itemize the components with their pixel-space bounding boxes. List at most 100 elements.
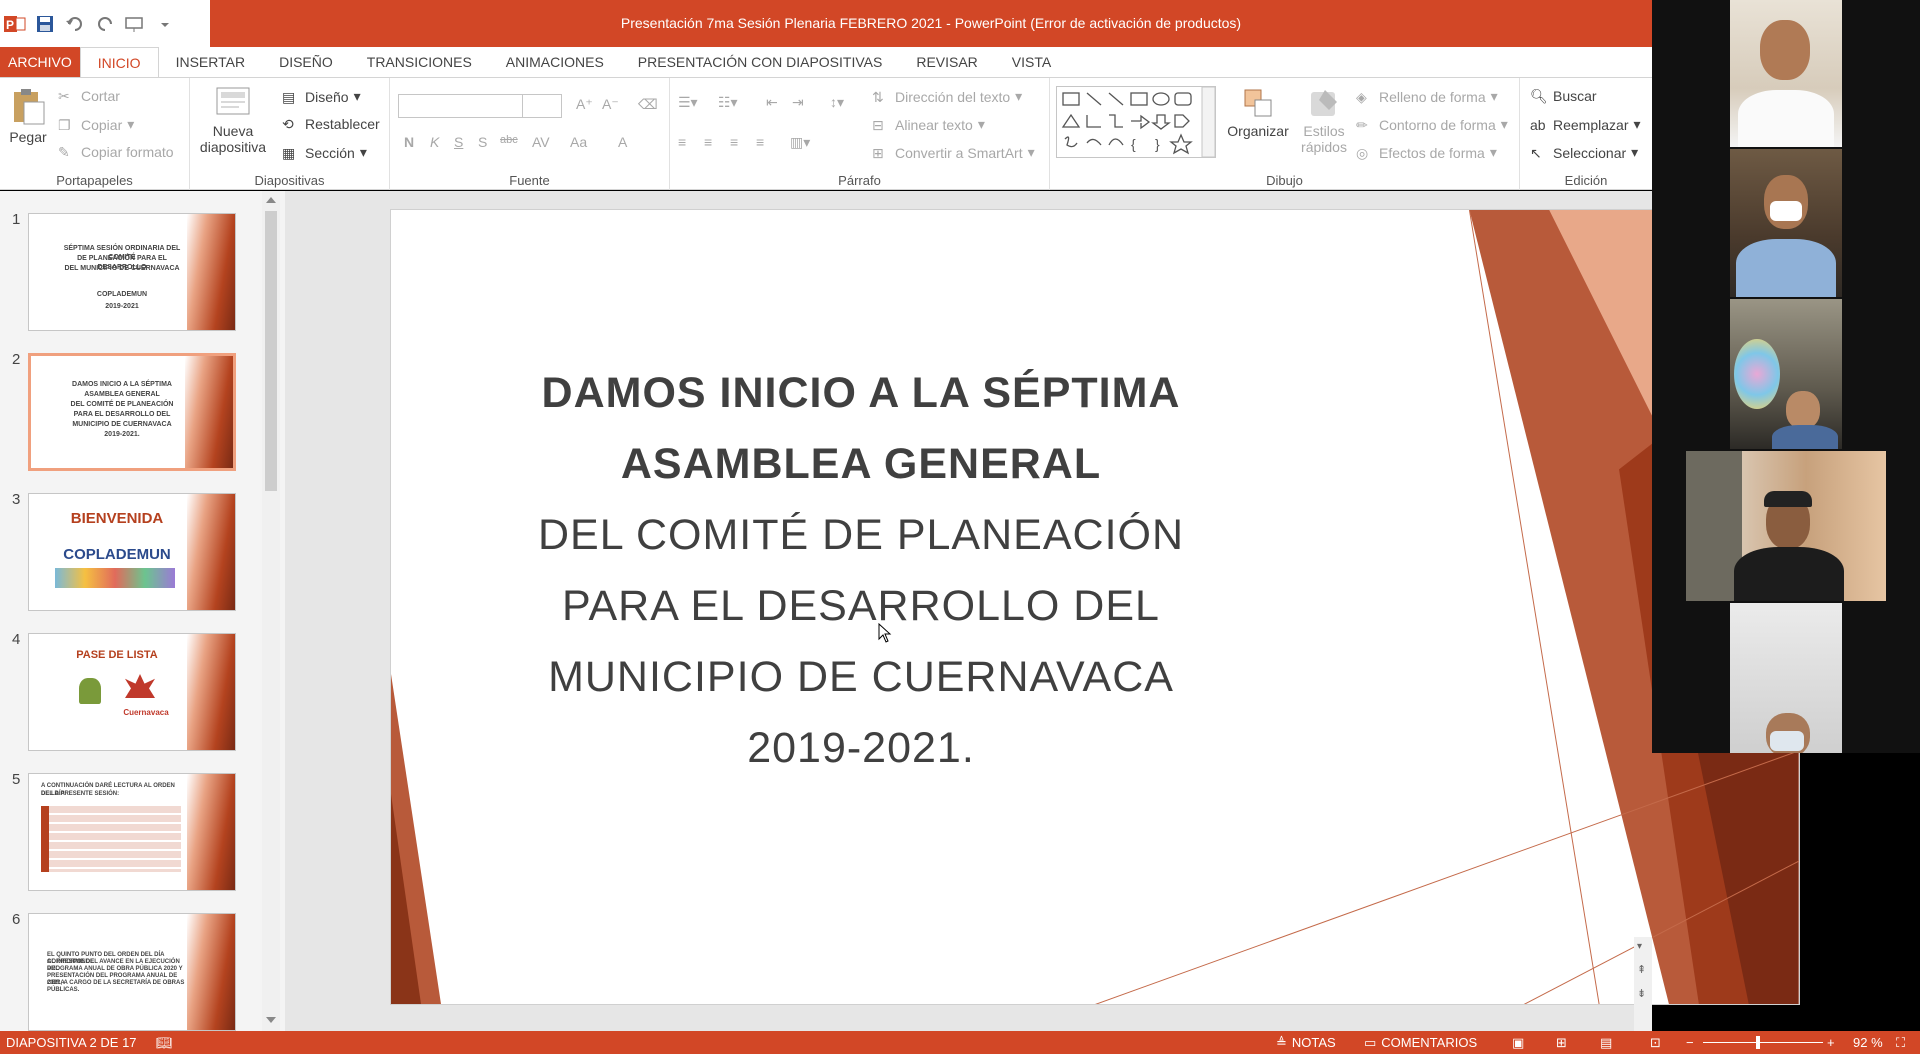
face-mask (1770, 201, 1802, 221)
fit-to-window-icon[interactable]: ⛶ (1896, 1031, 1905, 1054)
section-icon: ▦ (282, 144, 296, 161)
tab-vista[interactable]: VISTA (995, 47, 1068, 77)
align-center-icon[interactable]: ≡ (704, 134, 712, 150)
normal-view-icon[interactable]: ▣ (1512, 1031, 1524, 1054)
tab-revisar[interactable]: REVISAR (899, 47, 994, 77)
change-case-icon[interactable]: Aa (570, 134, 587, 150)
clear-format-icon[interactable]: ⌫ (638, 96, 658, 113)
font-color-icon[interactable]: A (618, 134, 627, 150)
bold-icon[interactable]: N (404, 134, 414, 150)
shadow-icon[interactable]: S (478, 134, 487, 150)
shapes-gallery[interactable]: {} (1056, 86, 1216, 158)
reset-button[interactable]: ⟲ Restablecer (282, 116, 380, 132)
increase-indent-icon[interactable]: ⇥ (792, 94, 804, 111)
select-button[interactable]: ↖ Seleccionar ▾ (1530, 144, 1638, 161)
text-direction-button[interactable]: ⇅ Dirección del texto ▾ (872, 88, 1022, 105)
justify-icon[interactable]: ≡ (756, 134, 764, 150)
tab-presentacion[interactable]: PRESENTACIÓN CON DIAPOSITIVAS (621, 47, 900, 77)
participant-video-4[interactable] (1686, 451, 1886, 601)
columns-icon[interactable]: ▥▾ (790, 134, 810, 151)
participant-body (1772, 425, 1838, 449)
italic-icon[interactable]: K (430, 134, 439, 150)
smartart-label: Convertir a SmartArt (895, 144, 1023, 161)
replace-button[interactable]: ab Reemplazar ▾ (1530, 116, 1641, 133)
grow-font-icon[interactable]: A⁺ (576, 96, 593, 113)
zoom-slider[interactable] (1703, 1042, 1823, 1043)
arrange-label: Organizar (1227, 123, 1289, 139)
section-button[interactable]: ▦ Sección ▾ (282, 144, 367, 161)
align-text-button[interactable]: ⊟ Alinear texto ▾ (872, 116, 985, 133)
shape-fill-button[interactable]: ◈ Relleno de forma ▾ (1356, 88, 1498, 105)
spell-check-icon[interactable]: 📖︎ (156, 1031, 173, 1054)
tab-insertar[interactable]: INSERTAR (159, 47, 263, 77)
format-painter-button[interactable]: ✎ Copiar formato (58, 144, 174, 160)
participant-video-5[interactable] (1730, 603, 1842, 753)
align-right-icon[interactable]: ≡ (730, 134, 738, 150)
thumb-text: DAMOS INICIO A LA SÉPTIMA (72, 381, 172, 388)
zoom-slider-knob[interactable] (1756, 1036, 1761, 1049)
scrollbar-thumb[interactable] (265, 211, 277, 491)
thumbnail-slide-2[interactable]: DAMOS INICIO A LA SÉPTIMA ASAMBLEA GENER… (28, 353, 236, 471)
align-left-icon[interactable]: ≡ (678, 134, 686, 150)
shape-effects-button[interactable]: ◎ Efectos de forma ▾ (1356, 144, 1497, 161)
numbering-icon[interactable]: ☷▾ (718, 94, 738, 111)
zoom-level[interactable]: 92 % (1853, 1031, 1883, 1054)
notes-button[interactable]: ≜ NOTAS (1276, 1031, 1336, 1054)
paste-button[interactable]: Pegar (6, 88, 50, 145)
thumbnail-slide-5[interactable]: A CONTINUACIÓN DARÉ LECTURA AL ORDEN DEL… (28, 773, 236, 891)
shrink-font-icon[interactable]: A⁻ (602, 96, 619, 113)
participant-video-1[interactable] (1730, 0, 1842, 147)
decrease-indent-icon[interactable]: ⇤ (766, 94, 778, 111)
tab-inicio[interactable]: INICIO (79, 47, 159, 77)
paste-label: Pegar (9, 129, 47, 145)
quick-styles-button[interactable]: Estilos rápidos (1294, 86, 1354, 155)
zoom-in-icon[interactable]: + (1827, 1031, 1835, 1054)
find-button[interactable]: 🔍︎ Buscar (1530, 88, 1597, 104)
slide-canvas[interactable]: DAMOS INICIO A LA SÉPTIMA ASAMBLEA GENER… (390, 209, 1800, 1005)
slide-body-text[interactable]: DAMOS INICIO A LA SÉPTIMA ASAMBLEA GENER… (521, 358, 1201, 784)
participant-video-2[interactable] (1730, 149, 1842, 297)
thumbnails-scrollbar[interactable] (262, 191, 280, 1031)
strikethrough-icon[interactable]: abc (500, 134, 518, 146)
tab-diseno[interactable]: DISEÑO (262, 47, 350, 77)
face-mask (1770, 731, 1804, 751)
comments-button[interactable]: ▭ COMENTARIOS (1364, 1031, 1477, 1054)
font-size-field[interactable] (522, 94, 562, 118)
slide-scrollbar[interactable]: ▾ ⇞ ⇟ (1634, 937, 1652, 1031)
next-slide-icon[interactable]: ⇟ (1637, 987, 1646, 1000)
previous-slide-icon[interactable]: ⇞ (1637, 963, 1646, 976)
cut-button[interactable]: ✂ Cortar (58, 88, 120, 104)
scroll-up-small-icon[interactable]: ▾ (1637, 941, 1642, 952)
notes-label: NOTAS (1291, 1035, 1336, 1050)
layout-button[interactable]: ▤ Diseño ▾ (282, 88, 361, 105)
participant-video-3[interactable] (1730, 299, 1842, 449)
thumbnail-slide-3[interactable]: BIENVENIDA COPLADEMUN (28, 493, 236, 611)
smartart-button[interactable]: ⊞ Convertir a SmartArt ▾ (872, 144, 1035, 161)
scroll-up-icon[interactable] (266, 195, 276, 203)
mouse-cursor-icon (878, 623, 892, 643)
thumbnail-slide-4[interactable]: PASE DE LISTA Cuernavaca (28, 633, 236, 751)
reading-view-icon[interactable]: ▤ (1600, 1031, 1612, 1054)
tab-transiciones[interactable]: TRANSICIONES (350, 47, 489, 77)
bullets-icon[interactable]: ☰▾ (678, 94, 698, 111)
slide-line-2: ASAMBLEA GENERAL (620, 440, 1102, 488)
new-slide-button[interactable]: Nueva diapositiva (198, 84, 268, 155)
copy-button[interactable]: ❐ Copiar ▾ (58, 116, 134, 133)
tab-archivo[interactable]: ARCHIVO (0, 47, 80, 77)
underline-icon[interactable]: S (454, 134, 463, 150)
font-name-field[interactable] (398, 94, 528, 118)
slide-line-4: PARA EL DESARROLLO DEL (562, 582, 1160, 630)
select-arrow-icon: ↖ (1530, 144, 1542, 161)
line-spacing-icon[interactable]: ↕▾ (830, 94, 844, 111)
tab-animaciones[interactable]: ANIMACIONES (489, 47, 621, 77)
slide-sorter-icon[interactable]: ⊞ (1556, 1031, 1567, 1054)
arrange-button[interactable]: Organizar (1226, 86, 1290, 139)
thumb-deco (185, 356, 233, 468)
zoom-out-icon[interactable]: − (1686, 1031, 1694, 1054)
slideshow-view-icon[interactable]: ⊡ (1650, 1031, 1661, 1054)
thumbnail-slide-1[interactable]: SÉPTIMA SESIÓN ORDINARIA DEL COMITÉ DE P… (28, 213, 236, 331)
thumbnail-slide-6[interactable]: EL QUINTO PUNTO DEL ORDEN DEL DÍA CORRES… (28, 913, 236, 1031)
char-spacing-icon[interactable]: AV (532, 134, 550, 150)
scroll-down-icon[interactable] (266, 1017, 276, 1025)
shape-outline-button[interactable]: ✏ Contorno de forma ▾ (1356, 116, 1508, 133)
